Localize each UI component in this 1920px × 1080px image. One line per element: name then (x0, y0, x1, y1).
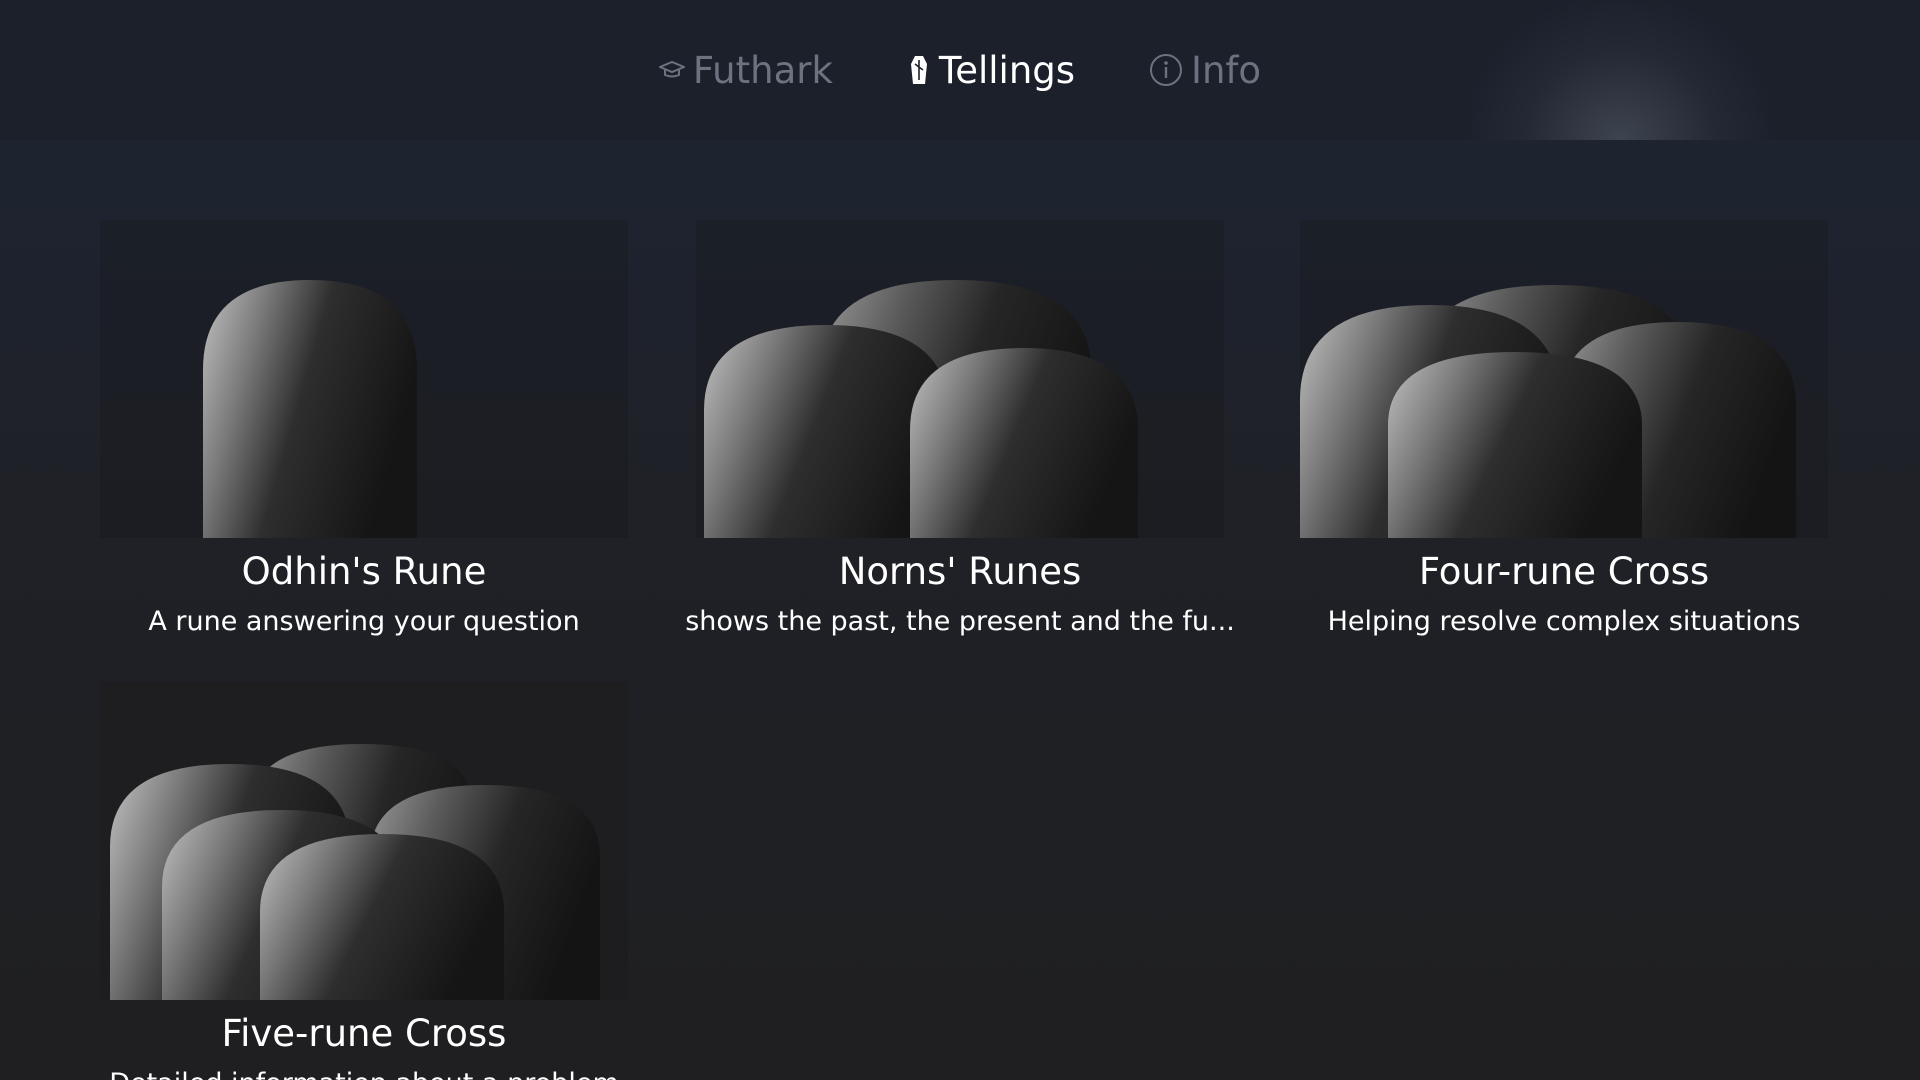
card-title: Odhin's Rune (241, 550, 487, 593)
tellings-grid: Odhin's Rune A rune answering your quest… (0, 0, 1920, 1080)
rune-stones-illustration (1300, 285, 1796, 538)
card-subtitle: Detailed information about a problem (60, 1068, 668, 1080)
rune-stone-illustration (203, 280, 417, 538)
rune-stones-illustration (110, 744, 600, 1000)
card-title: Four-rune Cross (1418, 550, 1710, 593)
card-title: Five-rune Cross (221, 1012, 507, 1055)
card-subtitle: A rune answering your question (148, 606, 580, 637)
card-subtitle: Helping resolve complex situations (1327, 606, 1801, 637)
card-subtitle: shows the past, the present and the fu..… (685, 606, 1235, 637)
card-title: Norns' Runes (838, 550, 1082, 593)
rune-stones-illustration (704, 280, 1138, 538)
card-artwork (1300, 220, 1828, 538)
card-artwork (696, 220, 1224, 538)
card-artwork (100, 220, 628, 538)
card-artwork (100, 682, 628, 1000)
